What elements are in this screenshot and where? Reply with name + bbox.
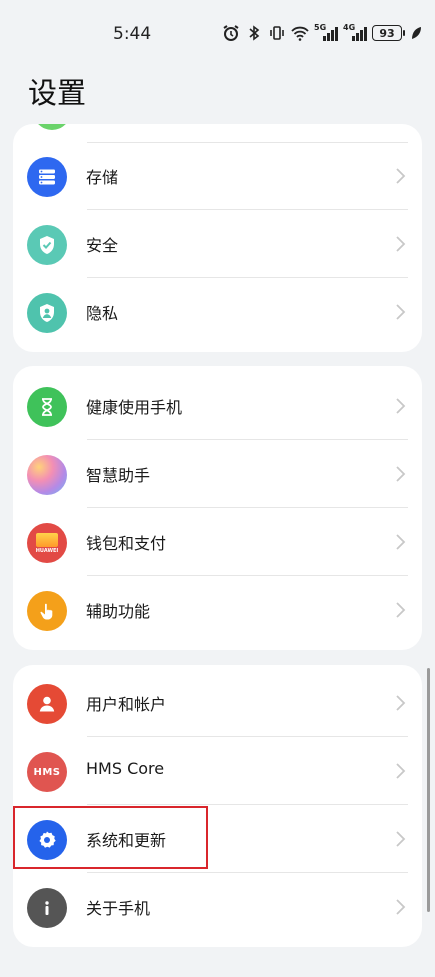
chevron-right-icon: [396, 763, 406, 779]
status-bar: 5:44 5G 4G 93: [0, 0, 435, 66]
chevron-right-icon: [396, 398, 406, 414]
leaf-icon: [407, 24, 425, 42]
settings-item-label: 安全: [86, 236, 119, 255]
chevron-right-icon: [396, 899, 406, 915]
settings-item-label: 钱包和支付: [86, 534, 167, 553]
page-title: 设置: [28, 76, 87, 110]
chevron-right-icon: [396, 831, 406, 847]
highlight-box: [13, 806, 208, 869]
settings-group-2: 健康使用手机 智慧助手 HUAWEI 钱包和支付 辅助功能: [13, 366, 422, 650]
settings-item-assistant[interactable]: 智慧助手: [13, 440, 422, 508]
chevron-right-icon: [396, 236, 406, 252]
alarm-icon: [222, 24, 240, 42]
info-icon: [27, 888, 67, 928]
settings-item-users-accounts[interactable]: 用户和帐户: [13, 669, 422, 737]
settings-item-wallet[interactable]: HUAWEI 钱包和支付: [13, 508, 422, 576]
chevron-right-icon: [396, 534, 406, 550]
vibrate-icon: [268, 24, 286, 42]
settings-item-label: 关于手机: [86, 899, 151, 918]
settings-item-label: 辅助功能: [86, 602, 151, 621]
assistant-icon: [27, 455, 67, 495]
battery-icon: 93: [372, 25, 405, 41]
settings-item-hms-core[interactable]: HMS HMS Core: [13, 737, 422, 805]
hms-core-icon: HMS: [27, 752, 67, 792]
settings-item-privacy[interactable]: 隐私: [13, 278, 422, 346]
settings-group-1: 存储 安全 隐私: [13, 124, 422, 352]
chevron-right-icon: [396, 168, 406, 184]
settings-item-accessibility[interactable]: 辅助功能: [13, 576, 422, 644]
status-time: 5:44: [113, 24, 152, 44]
storage-icon: [27, 157, 67, 197]
chevron-right-icon: [396, 602, 406, 618]
hourglass-icon: [27, 387, 67, 427]
signal-4g-icon: 4G: [343, 23, 367, 41]
partially-hidden-icon: [33, 124, 71, 130]
settings-item-label: HMS Core: [86, 759, 165, 778]
scrollbar[interactable]: [427, 668, 430, 912]
settings-item-label: 智慧助手: [86, 466, 151, 485]
settings-item-digital-balance[interactable]: 健康使用手机: [13, 372, 422, 440]
hand-pointer-icon: [27, 591, 67, 631]
privacy-icon: [27, 293, 67, 333]
settings-item-label: 健康使用手机: [86, 398, 183, 417]
security-shield-icon: [27, 225, 67, 265]
wifi-icon: [291, 24, 309, 42]
status-icons: 5G 4G 93: [222, 22, 425, 44]
chevron-right-icon: [396, 466, 406, 482]
settings-item-label: 用户和帐户: [86, 695, 167, 714]
bluetooth-icon: [245, 24, 263, 42]
settings-item-label: 隐私: [86, 304, 119, 323]
wallet-icon: HUAWEI: [27, 523, 67, 563]
chevron-right-icon: [396, 695, 406, 711]
settings-item-label: 存储: [86, 168, 119, 187]
settings-item-security[interactable]: 安全: [13, 210, 422, 278]
partially-hidden-row[interactable]: [13, 124, 422, 143]
signal-5g-icon: 5G: [314, 23, 338, 41]
settings-item-about-phone[interactable]: 关于手机: [13, 873, 422, 941]
user-icon: [27, 684, 67, 724]
chevron-right-icon: [396, 304, 406, 320]
settings-item-storage[interactable]: 存储: [13, 142, 422, 210]
